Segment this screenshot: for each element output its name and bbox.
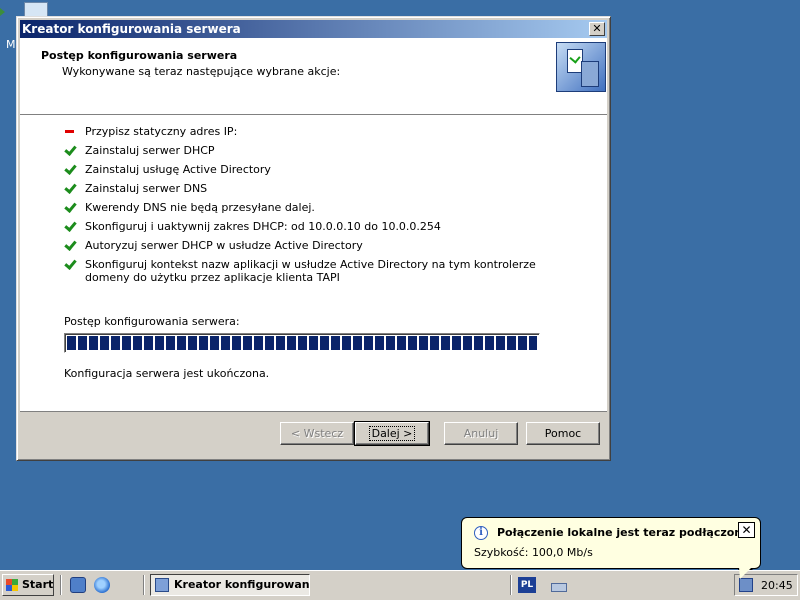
progress-fill [67,336,537,350]
taskbar: Start Kreator konfigurowan... PL 20:45 [0,570,800,600]
taskbar-separator [60,575,62,595]
action-item: Zainstaluj usługę Active Directory [64,163,555,176]
wizard-app-icon [155,578,169,592]
desktop-arrow-icon [0,8,5,16]
next-button-label: Dalej > [368,426,416,441]
notification-balloon[interactable]: i Połączenie lokalne jest teraz podłączo… [461,517,761,582]
start-button[interactable]: Start [2,574,54,596]
balloon-tail [739,567,752,579]
status-done-icon [64,183,76,195]
status-pending-icon [64,126,76,138]
header-subtitle: Wykonywane są teraz następujące wybrane … [62,65,341,78]
clock[interactable]: 20:45 [761,579,793,592]
status-done-icon [64,202,76,214]
taskbar-item-label: Kreator konfigurowan... [174,578,310,591]
action-list: Przypisz statyczny adres IP: Zainstaluj … [64,125,555,290]
taskbar-separator [510,575,512,595]
wizard-header: Postęp konfigurowania serwera Wykonywane… [20,38,607,115]
button-row: < Wstecz Dalej > Anuluj Pomoc [20,421,607,448]
taskbar-separator [143,575,145,595]
wizard-checklist-icon [556,42,606,92]
status-done-icon [64,145,76,157]
action-item: Kwerendy DNS nie będą przesyłane dalej. [64,201,555,214]
status-done-icon [64,240,76,252]
action-item: Autoryzuj serwer DHCP w usłudze Active D… [64,239,555,252]
header-title: Postęp konfigurowania serwera [41,49,238,62]
action-item: Zainstaluj serwer DHCP [64,144,555,157]
progress-label: Postęp konfigurowania serwera: [64,315,240,328]
network-connection-icon[interactable] [739,578,753,592]
status-done-icon [64,259,76,271]
window-title: Kreator konfigurowania serwera [22,22,241,36]
show-desktop-icon[interactable] [70,577,86,593]
action-text: Autoryzuj serwer DHCP w usłudze Active D… [85,239,363,252]
desktop-icon-label: M [6,38,16,51]
action-text: Skonfiguruj i uaktywnij zakres DHCP: od … [85,220,441,233]
internet-explorer-icon[interactable] [94,577,110,593]
action-text: Zainstaluj usługę Active Directory [85,163,271,176]
action-text: Przypisz statyczny adres IP: [85,125,238,138]
title-bar[interactable]: Kreator konfigurowania serwera ✕ [20,20,607,38]
start-label: Start [22,578,54,591]
language-indicator[interactable]: PL [518,577,536,593]
action-item: Skonfiguruj kontekst nazw aplikacji w us… [64,258,555,284]
balloon-text: Szybkość: 100,0 Mb/s [474,546,593,559]
windows-logo-icon [6,579,18,591]
balloon-title: Połączenie lokalne jest teraz podłączone… [497,526,754,539]
cancel-button[interactable]: Anuluj [444,422,518,445]
taskbar-item-wizard[interactable]: Kreator konfigurowan... [150,574,310,596]
action-item: Skonfiguruj i uaktywnij zakres DHCP: od … [64,220,555,233]
completion-status-text: Konfiguracja serwera jest ukończona. [64,367,270,380]
progress-bar [64,333,540,353]
balloon-close-button[interactable]: ✕ [738,522,755,538]
status-done-icon [64,221,76,233]
wizard-content: Przypisz statyczny adres IP: Zainstaluj … [20,115,607,412]
status-done-icon [64,164,76,176]
next-button[interactable]: Dalej > [354,421,430,446]
action-text: Kwerendy DNS nie będą przesyłane dalej. [85,201,315,214]
wizard-window: Kreator konfigurowania serwera ✕ Postęp … [16,16,611,461]
action-item: Zainstaluj serwer DNS [64,182,555,195]
info-icon: i [474,526,488,540]
action-item: Przypisz statyczny adres IP: [64,125,555,138]
help-button[interactable]: Pomoc [526,422,600,445]
window-close-button[interactable]: ✕ [589,22,605,36]
server-icon [581,61,599,87]
action-text: Zainstaluj serwer DNS [85,182,208,195]
action-text: Skonfiguruj kontekst nazw aplikacji w us… [85,258,536,284]
action-text: Zainstaluj serwer DHCP [85,144,215,157]
keyboard-icon[interactable] [550,578,567,592]
back-button[interactable]: < Wstecz [280,422,354,445]
